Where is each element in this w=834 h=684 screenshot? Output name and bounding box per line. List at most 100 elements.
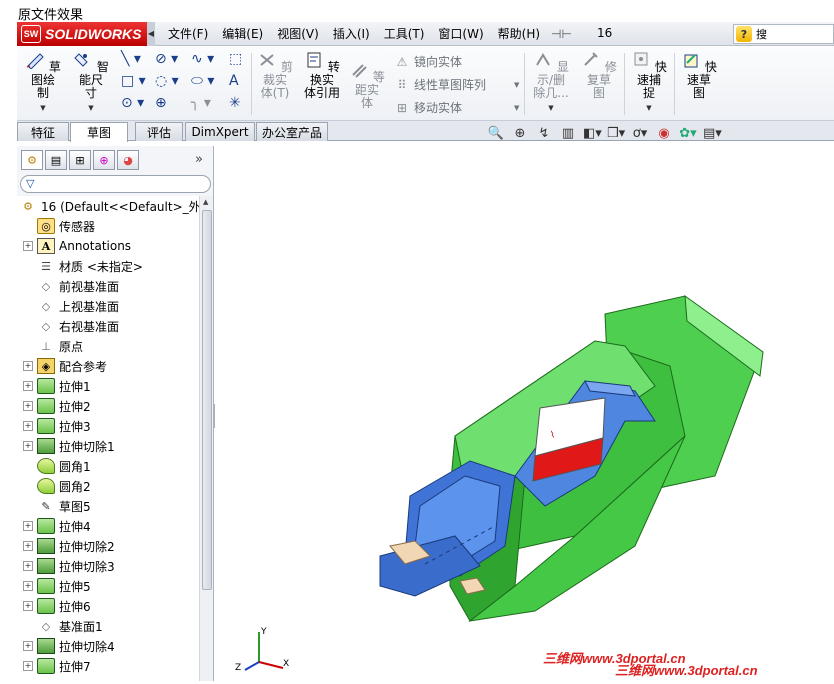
display-style-icon[interactable]: ❒▾	[607, 126, 625, 141]
view-orientation-icon[interactable]: ◧▾	[583, 126, 602, 141]
menu-expand-arrow-icon[interactable]: ◀	[147, 21, 155, 46]
configuration-manager-tab-icon[interactable]: ⊞	[69, 150, 91, 170]
tree-scrollbar[interactable]: ▲	[199, 196, 213, 681]
property-manager-tab-icon[interactable]: ▤	[45, 150, 67, 170]
tree-item[interactable]: 圆角2	[17, 476, 91, 496]
polygon-icon[interactable]: ⊕	[155, 95, 167, 111]
tree-item[interactable]: ✎ 草图5	[17, 496, 90, 516]
quick-snaps-button[interactable]: 快速捕 捉 ▼	[628, 51, 670, 115]
chevron-down-icon[interactable]: ▼	[514, 81, 519, 89]
chevron-down-icon[interactable]: ▼	[628, 102, 670, 115]
menu-item[interactable]: 插入(I)	[326, 22, 377, 46]
tree-item[interactable]: + 拉伸7	[17, 656, 91, 676]
panel-more-icon[interactable]: »	[195, 152, 203, 167]
view-settings-icon[interactable]: ▤▾	[703, 126, 722, 141]
expand-icon[interactable]: +	[23, 541, 33, 551]
tree-item[interactable]: + 拉伸切除2	[17, 536, 115, 556]
trim-entities-button[interactable]: 剪裁实 体(T)	[255, 51, 295, 100]
tree-item[interactable]: + 拉伸切除3	[17, 556, 115, 576]
tree-item[interactable]: ◎ 传感器	[17, 216, 95, 236]
tree-item[interactable]: + ◈ 配合参考	[17, 356, 107, 376]
expand-icon[interactable]: +	[23, 601, 33, 611]
feature-manager-tab-icon[interactable]: ⚙	[21, 150, 43, 170]
chevron-down-icon[interactable]: ▼	[69, 102, 113, 115]
display-delete-relations-button[interactable]: 显示/删 除几... ▼	[528, 51, 574, 115]
feature-filter-input[interactable]: ▽	[20, 175, 211, 193]
solidworks-logo[interactable]: SW SOLIDWORKS	[17, 21, 147, 46]
expand-icon[interactable]: +	[23, 521, 33, 531]
mirror-entities-button[interactable]: ⚠ 镜向实体	[395, 53, 462, 70]
zoom-to-fit-icon[interactable]: 🔍	[487, 126, 505, 141]
search-box[interactable]: ? 搜	[733, 24, 834, 44]
menu-item[interactable]: 工具(T)	[377, 22, 432, 46]
expand-icon[interactable]: +	[23, 401, 33, 411]
expand-icon[interactable]: +	[23, 661, 33, 671]
tree-item[interactable]: + 拉伸切除1	[17, 436, 115, 456]
tree-item[interactable]: ◇ 右视基准面	[17, 316, 119, 336]
move-entities-button[interactable]: ⊞ 移动实体 ▼	[395, 99, 519, 116]
menu-item[interactable]: 编辑(E)	[215, 22, 270, 46]
menu-item[interactable]: 帮助(H)	[491, 22, 547, 46]
help-icon[interactable]: ?	[736, 26, 752, 42]
smart-dimension-button[interactable]: 智能尺 寸 ▼	[69, 51, 113, 115]
tree-item[interactable]: ◇ 前视基准面	[17, 276, 119, 296]
tree-item[interactable]: + 拉伸切除4	[17, 636, 115, 656]
chevron-down-icon[interactable]: ▼	[23, 102, 63, 115]
tree-item[interactable]: + 拉伸6	[17, 596, 91, 616]
point-grid-icon[interactable]: ⬚	[229, 51, 242, 67]
display-manager-tab-icon[interactable]: ◕	[117, 150, 139, 170]
section-view-icon[interactable]: ▥	[559, 126, 577, 141]
tab-0[interactable]: 特征	[17, 122, 69, 141]
pin-icon[interactable]: ⊣⊢	[551, 27, 572, 41]
expand-icon[interactable]: +	[23, 561, 33, 571]
tree-item[interactable]: + 拉伸4	[17, 516, 91, 536]
arc-icon[interactable]: ◌ ▾	[155, 73, 179, 89]
expand-icon[interactable]: +	[23, 441, 33, 451]
expand-icon[interactable]: +	[23, 381, 33, 391]
tree-item[interactable]: ⊥ 原点	[17, 336, 83, 356]
hide-show-items-icon[interactable]: ơ▾	[631, 126, 649, 141]
scrollbar-thumb[interactable]	[202, 210, 212, 590]
tab-2[interactable]: 评估	[135, 122, 183, 141]
chevron-down-icon[interactable]: ▼	[514, 104, 519, 112]
tree-item[interactable]: + 拉伸3	[17, 416, 91, 436]
offset-entities-button[interactable]: 等距实 体	[347, 61, 387, 110]
edit-appearance-icon[interactable]: ◉	[655, 126, 673, 141]
menu-item[interactable]: 窗口(W)	[431, 22, 490, 46]
chevron-down-icon[interactable]: ▼	[528, 102, 574, 115]
tree-root-item[interactable]: ⚙ 16 (Default<<Default>_外观	[17, 196, 203, 216]
rapid-sketch-button[interactable]: 快速草 图	[678, 51, 720, 100]
tree-item[interactable]: ☰ 材质 <未指定>	[17, 256, 143, 276]
fillet-sketch-icon[interactable]: ╮ ▾	[191, 95, 211, 111]
repair-sketch-button[interactable]: 修复草 图	[578, 51, 620, 100]
tree-item[interactable]: + 拉伸2	[17, 396, 91, 416]
menu-item[interactable]: 文件(F)	[161, 22, 215, 46]
tree-item[interactable]: ◇ 上视基准面	[17, 296, 119, 316]
tab-3[interactable]: DimXpert	[185, 122, 255, 141]
tree-item[interactable]: 圆角1	[17, 456, 91, 476]
expand-icon[interactable]: +	[23, 421, 33, 431]
line-icon[interactable]: ╲ ▾	[121, 51, 141, 67]
tab-1[interactable]: 草图	[70, 122, 128, 142]
tree-item[interactable]: + A Annotations	[17, 236, 131, 256]
linear-pattern-button[interactable]: ⠿ 线性草图阵列 ▼	[395, 76, 520, 93]
menu-item[interactable]: 视图(V)	[270, 22, 326, 46]
slot-icon[interactable]: ⊙ ▾	[121, 95, 144, 111]
sketch-button[interactable]: 草图绘 制 ▼	[23, 51, 63, 115]
circle-icon[interactable]: ⊘ ▾	[155, 51, 178, 67]
convert-entities-button[interactable]: 转换实 体引用	[300, 51, 344, 100]
previous-view-icon[interactable]: ↯	[535, 126, 553, 141]
expand-icon[interactable]: +	[23, 361, 33, 371]
apply-scene-icon[interactable]: ✿▾	[679, 126, 697, 141]
tree-item[interactable]: + 拉伸5	[17, 576, 91, 596]
ellipse-icon[interactable]: ⬭ ▾	[191, 73, 214, 89]
expand-icon[interactable]: +	[23, 241, 33, 251]
tree-item[interactable]: ◇ 基准面1	[17, 616, 103, 636]
zoom-to-area-icon[interactable]: ⊕	[511, 126, 529, 141]
tree-item[interactable]: + 拉伸1	[17, 376, 91, 396]
spline-icon[interactable]: ∿ ▾	[191, 51, 214, 67]
construction-point-icon[interactable]: ✳	[229, 95, 241, 111]
text-icon[interactable]: A	[229, 73, 239, 89]
rectangle-icon[interactable]: □ ▾	[121, 73, 146, 89]
scroll-up-icon[interactable]: ▲	[203, 198, 208, 206]
